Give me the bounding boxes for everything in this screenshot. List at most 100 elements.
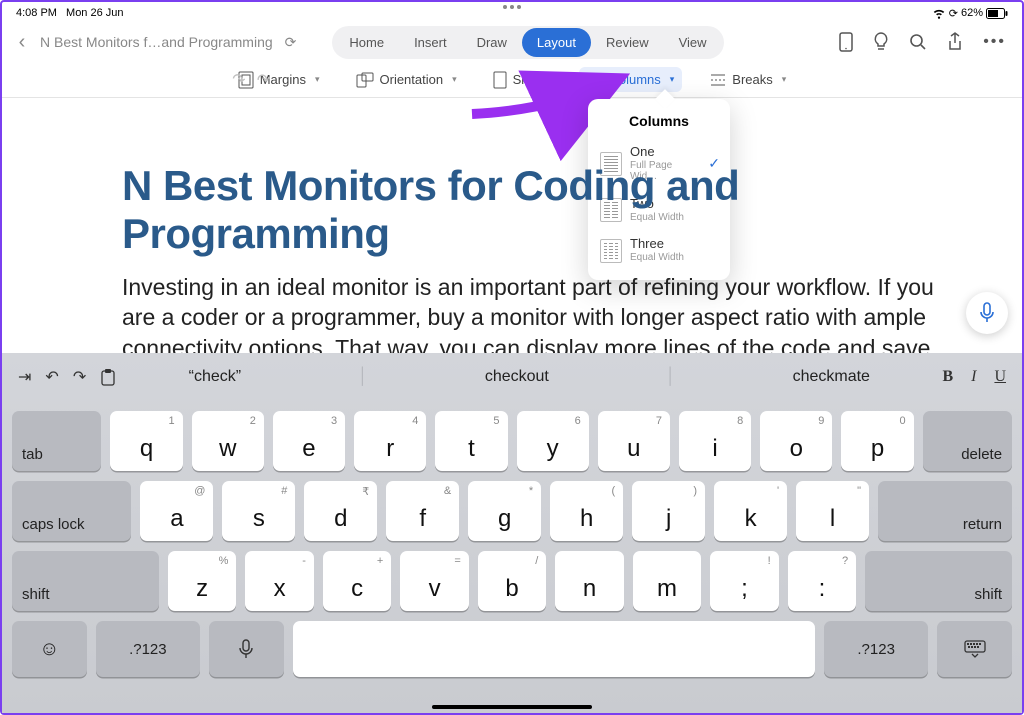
tab-key[interactable]: tab bbox=[12, 411, 101, 471]
key-alt: 9 bbox=[818, 415, 824, 427]
space-key[interactable] bbox=[293, 621, 815, 677]
lightbulb-icon[interactable] bbox=[873, 32, 889, 52]
key-b[interactable]: b/ bbox=[478, 551, 546, 611]
key-j[interactable]: j) bbox=[632, 481, 705, 541]
bold-button[interactable]: B bbox=[942, 368, 953, 386]
key-alt: ( bbox=[611, 485, 615, 497]
key-alt: ₹ bbox=[362, 485, 369, 498]
onscreen-keyboard: ⇥ ↶ ↷ “check” │ checkout │ checkmate B I… bbox=[2, 353, 1022, 713]
sync-icon[interactable]: ⟳ bbox=[285, 34, 297, 51]
key-p[interactable]: p0 bbox=[841, 411, 913, 471]
key-i[interactable]: i8 bbox=[679, 411, 751, 471]
multitask-dots[interactable] bbox=[503, 5, 521, 9]
key-a[interactable]: a@ bbox=[140, 481, 213, 541]
key-h[interactable]: h( bbox=[550, 481, 623, 541]
key-s[interactable]: s# bbox=[222, 481, 295, 541]
suggestion-2[interactable]: checkout bbox=[485, 368, 549, 386]
size-button[interactable]: Size▾ bbox=[485, 66, 560, 94]
search-icon[interactable] bbox=[909, 33, 927, 51]
breaks-button[interactable]: Breaks▾ bbox=[702, 67, 794, 92]
columns-label: Columns bbox=[609, 72, 660, 87]
shift-key-right[interactable]: shift bbox=[865, 551, 1012, 611]
redo-button[interactable]: ↷ bbox=[256, 69, 272, 91]
key-n[interactable]: n bbox=[555, 551, 623, 611]
key-alt: / bbox=[535, 555, 538, 567]
tab-home[interactable]: Home bbox=[334, 28, 399, 57]
dictation-button[interactable] bbox=[966, 292, 1008, 334]
return-key[interactable]: return bbox=[878, 481, 1012, 541]
key-w[interactable]: w2 bbox=[192, 411, 264, 471]
home-indicator[interactable] bbox=[432, 705, 592, 709]
capslock-key[interactable]: caps lock bbox=[12, 481, 131, 541]
key-alt: ' bbox=[777, 485, 779, 497]
key-alt: ! bbox=[768, 555, 771, 567]
numeric-key-right[interactable]: .?123 bbox=[824, 621, 928, 677]
kb-redo-icon[interactable]: ↷ bbox=[73, 367, 86, 387]
doc-heading: N Best Monitors for Coding and Programmi… bbox=[122, 162, 962, 258]
key-x[interactable]: x- bbox=[245, 551, 313, 611]
key-d[interactable]: d₹ bbox=[304, 481, 377, 541]
clipboard-icon[interactable] bbox=[100, 368, 116, 386]
key-alt: - bbox=[302, 555, 306, 567]
toolbar-right: ••• bbox=[839, 32, 1012, 52]
key-alt: + bbox=[377, 555, 383, 567]
battery-percent: 62% bbox=[961, 7, 983, 19]
kb-undo-icon[interactable]: ↶ bbox=[45, 367, 58, 387]
more-icon[interactable]: ••• bbox=[983, 33, 1006, 51]
size-label: Size bbox=[513, 72, 538, 87]
tab-insert[interactable]: Insert bbox=[399, 28, 462, 57]
numeric-key-left[interactable]: .?123 bbox=[96, 621, 200, 677]
document-title[interactable]: N Best Monitors f…and Programming bbox=[40, 34, 273, 50]
tab-review[interactable]: Review bbox=[591, 28, 664, 57]
columns-button[interactable]: Columns▾ bbox=[579, 67, 682, 92]
key-v[interactable]: v= bbox=[400, 551, 468, 611]
ribbon-tabs: Home Insert Draw Layout Review View bbox=[332, 26, 723, 59]
indent-icon[interactable]: ⇥ bbox=[18, 367, 31, 387]
delete-key[interactable]: delete bbox=[923, 411, 1012, 471]
dictate-key[interactable] bbox=[209, 621, 284, 677]
key-f[interactable]: f& bbox=[386, 481, 459, 541]
key-alt: ? bbox=[842, 555, 848, 567]
wifi-icon bbox=[932, 6, 946, 20]
key-q[interactable]: q1 bbox=[110, 411, 182, 471]
suggestion-3[interactable]: checkmate bbox=[793, 368, 870, 386]
tab-layout[interactable]: Layout bbox=[522, 28, 591, 57]
key-;[interactable]: ;! bbox=[710, 551, 778, 611]
shift-key-left[interactable]: shift bbox=[12, 551, 159, 611]
key-:[interactable]: :? bbox=[788, 551, 856, 611]
key-y[interactable]: y6 bbox=[517, 411, 589, 471]
italic-button[interactable]: I bbox=[971, 368, 976, 386]
tab-draw[interactable]: Draw bbox=[462, 28, 522, 57]
key-r[interactable]: r4 bbox=[354, 411, 426, 471]
key-c[interactable]: c+ bbox=[323, 551, 391, 611]
key-u[interactable]: u7 bbox=[598, 411, 670, 471]
underline-button[interactable]: U bbox=[994, 368, 1006, 386]
key-t[interactable]: t5 bbox=[435, 411, 507, 471]
key-k[interactable]: k' bbox=[714, 481, 787, 541]
battery-icon bbox=[986, 8, 1008, 19]
dismiss-keyboard-key[interactable] bbox=[937, 621, 1012, 677]
back-button[interactable]: ‹ bbox=[12, 31, 32, 54]
key-alt: 5 bbox=[493, 415, 499, 427]
key-g[interactable]: g* bbox=[468, 481, 541, 541]
key-row-2: caps lock a@s#d₹f&g*h(j)k'l" return bbox=[2, 481, 1022, 541]
status-date: Mon 26 Jun bbox=[66, 7, 123, 19]
tab-view[interactable]: View bbox=[664, 28, 722, 57]
key-alt: 1 bbox=[169, 415, 175, 427]
undo-button[interactable]: ↶ bbox=[231, 69, 247, 91]
share-icon[interactable] bbox=[947, 32, 963, 52]
orientation-button[interactable]: Orientation▾ bbox=[348, 67, 465, 93]
suggestion-1[interactable]: “check” bbox=[189, 368, 241, 386]
key-alt: * bbox=[529, 485, 533, 497]
key-m[interactable]: m bbox=[633, 551, 701, 611]
device-icon[interactable] bbox=[839, 32, 853, 52]
emoji-key[interactable]: ☺ bbox=[12, 621, 87, 677]
key-e[interactable]: e3 bbox=[273, 411, 345, 471]
key-alt: 7 bbox=[656, 415, 662, 427]
key-l[interactable]: l" bbox=[796, 481, 869, 541]
key-z[interactable]: z% bbox=[168, 551, 236, 611]
status-left: 4:08 PM Mon 26 Jun bbox=[16, 7, 130, 19]
format-bar: B I U bbox=[942, 368, 1006, 386]
title-row: ‹ N Best Monitors f…and Programming ⟳ Ho… bbox=[2, 22, 1022, 62]
key-o[interactable]: o9 bbox=[760, 411, 832, 471]
